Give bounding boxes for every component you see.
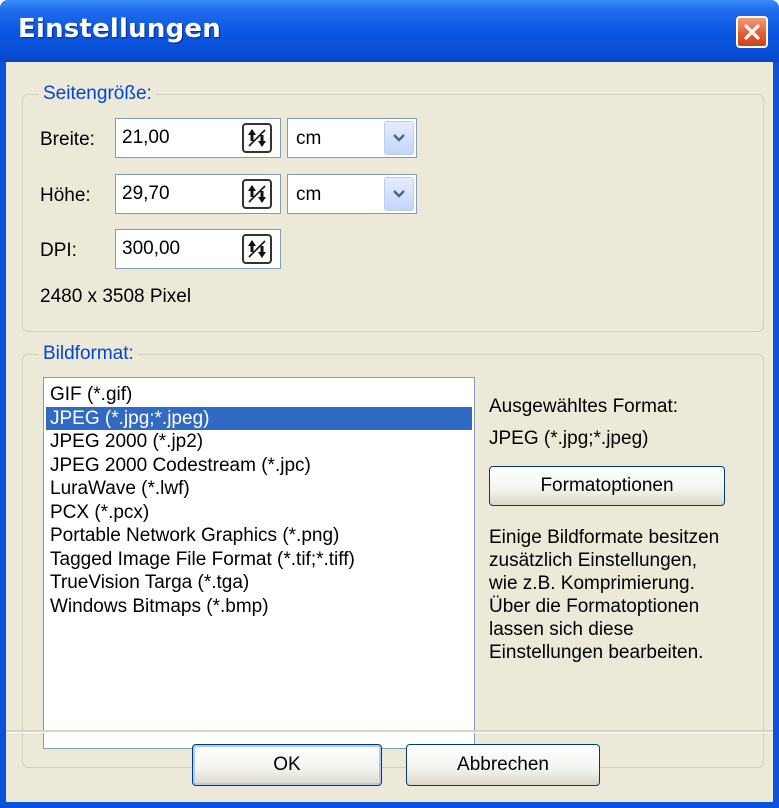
format-list-item[interactable]: JPEG 2000 Codestream (*.jpc) (46, 454, 472, 478)
cancel-button[interactable]: Abbrechen (406, 744, 600, 786)
format-description: Einige Bildformate besitzen zusätzlich Ei… (489, 526, 719, 664)
width-unit-value: cm (296, 128, 322, 149)
title-bar[interactable]: Einstellungen (0, 0, 779, 62)
height-unit-select[interactable]: cm (287, 174, 417, 214)
format-description-line: Über die Formatoptionen (489, 596, 700, 617)
format-description-line: Einstellungen bearbeiten. (489, 642, 704, 663)
format-list-item[interactable]: JPEG 2000 (*.jp2) (46, 430, 472, 454)
page-size-legend: Seitengröße: (39, 83, 156, 105)
selected-format-label: Ausgewähltes Format: (489, 396, 679, 417)
format-list-item[interactable]: LuraWave (*.lwf) (46, 477, 472, 501)
format-description-line: Einige Bildformate besitzen (489, 527, 720, 548)
format-listbox[interactable]: GIF (*.gif) JPEG (*.jpg;*.jpeg) JPEG 2000 … (43, 377, 475, 749)
height-unit-value: cm (296, 184, 322, 205)
chevron-down-icon (393, 134, 405, 142)
image-format-legend: Bildformat: (39, 343, 138, 365)
format-description-line: zusätzlich Einstellungen, (489, 550, 698, 571)
format-list-item[interactable]: TrueVision Targa (*.tga) (46, 571, 472, 595)
close-icon (744, 24, 760, 40)
ok-button[interactable]: OK (192, 744, 382, 786)
width-label: Breite: (40, 129, 95, 150)
format-list-item[interactable]: JPEG (*.jpg;*.jpeg) (46, 406, 472, 430)
height-label: Höhe: (40, 185, 91, 206)
dpi-label: DPI: (40, 240, 77, 261)
ok-label: OK (273, 754, 301, 775)
pixel-size-text: 2480 x 3508 Pixel (40, 286, 192, 307)
height-spin-button[interactable] (242, 179, 272, 209)
dialog-body: Seitengröße: Breite: 21,00 cm Höhe: 29,7… (6, 62, 773, 802)
settings-dialog: Einstellungen Seitengröße: Breite: 21,00… (0, 0, 779, 808)
format-description-line: lassen sich diese (489, 619, 634, 640)
cancel-label: Abbrechen (457, 754, 549, 775)
format-list-item[interactable]: Windows Bitmaps (*.bmp) (46, 595, 472, 619)
bottom-separator (6, 730, 773, 733)
spin-updown-icon (248, 129, 266, 147)
chevron-down-icon (393, 190, 405, 198)
spin-updown-icon (248, 240, 266, 258)
format-list-item[interactable]: PCX (*.pcx) (46, 501, 472, 525)
dpi-spin-button[interactable] (242, 234, 272, 264)
close-button[interactable] (736, 16, 768, 48)
format-description-line: wie z.B. Komprimierung. (489, 573, 695, 594)
height-value: 29,70 (122, 183, 170, 204)
format-options-label: Formatoptionen (540, 475, 674, 496)
format-list-item[interactable]: Tagged Image File Format (*.tif;*.tiff) (46, 548, 472, 572)
spin-updown-icon (248, 185, 266, 203)
width-value: 21,00 (122, 127, 170, 148)
width-unit-dropdown-button[interactable] (384, 121, 414, 155)
width-spin-button[interactable] (242, 123, 272, 153)
format-options-button[interactable]: Formatoptionen (489, 466, 725, 506)
dialog-title: Einstellungen (18, 14, 221, 44)
height-unit-dropdown-button[interactable] (384, 177, 414, 211)
format-list-item[interactable]: Portable Network Graphics (*.png) (46, 524, 472, 548)
selected-format-value: JPEG (*.jpg;*.jpeg) (489, 428, 649, 449)
dpi-value: 300,00 (122, 238, 181, 259)
format-list-item[interactable]: GIF (*.gif) (46, 383, 472, 407)
width-unit-select[interactable]: cm (287, 118, 417, 158)
